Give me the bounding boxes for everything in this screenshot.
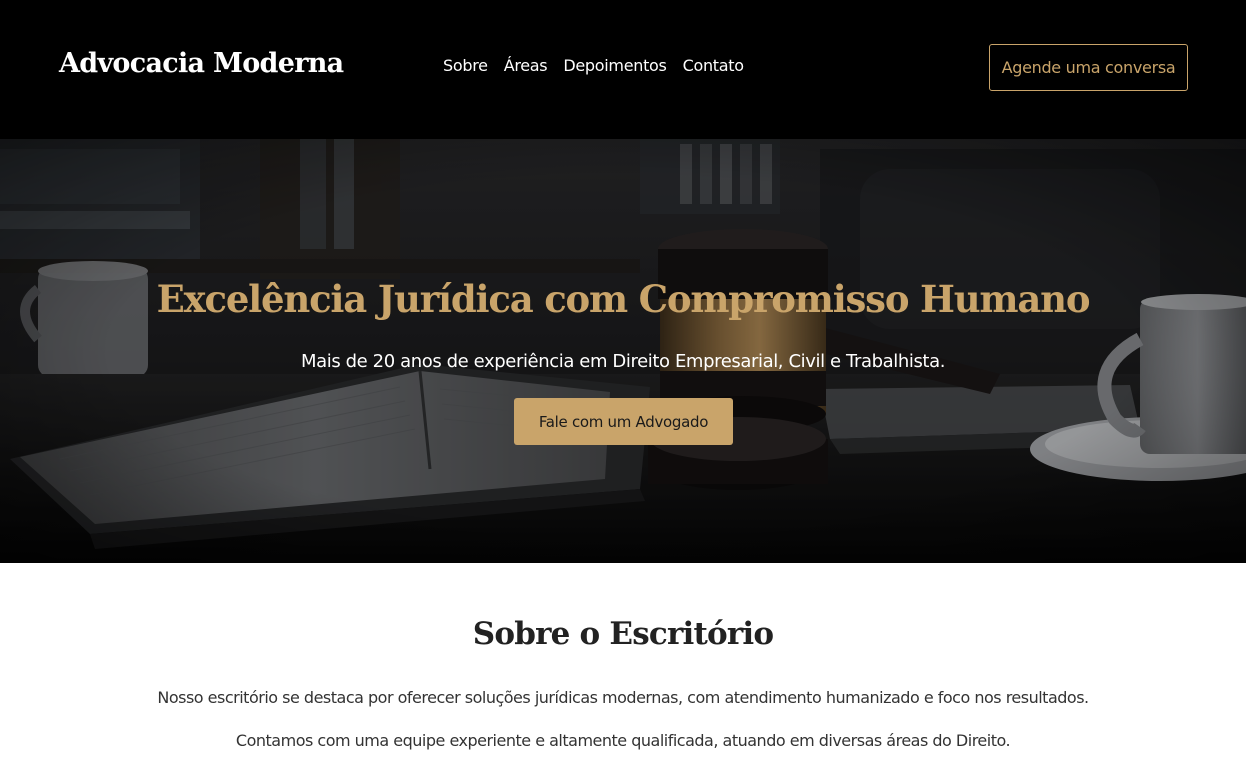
schedule-conversation-button[interactable]: Agende uma conversa (989, 44, 1188, 91)
site-header: Advocacia Moderna Sobre Áreas Depoimento… (0, 0, 1246, 139)
nav-link-areas[interactable]: Áreas (504, 56, 548, 75)
nav-link-depoimentos[interactable]: Depoimentos (563, 56, 667, 75)
nav-link-contato[interactable]: Contato (683, 56, 744, 75)
about-paragraph: Contamos com uma equipe experiente e alt… (235, 731, 1011, 750)
about-title: Sobre o Escritório (472, 616, 774, 652)
nav-link-sobre[interactable]: Sobre (443, 56, 488, 75)
talk-to-lawyer-button[interactable]: Fale com um Advogado (514, 398, 733, 445)
hero-title: Excelência Jurídica com Compromisso Huma… (156, 277, 1091, 321)
site-logo[interactable]: Advocacia Moderna (59, 48, 344, 79)
about-paragraph: Nosso escritório se destaca por oferecer… (157, 688, 1089, 707)
hero-subtitle: Mais de 20 anos de experiência em Direit… (300, 351, 946, 372)
hero-section: Excelência Jurídica com Compromisso Huma… (0, 139, 1246, 563)
main-nav: Sobre Áreas Depoimentos Contato (443, 56, 744, 75)
